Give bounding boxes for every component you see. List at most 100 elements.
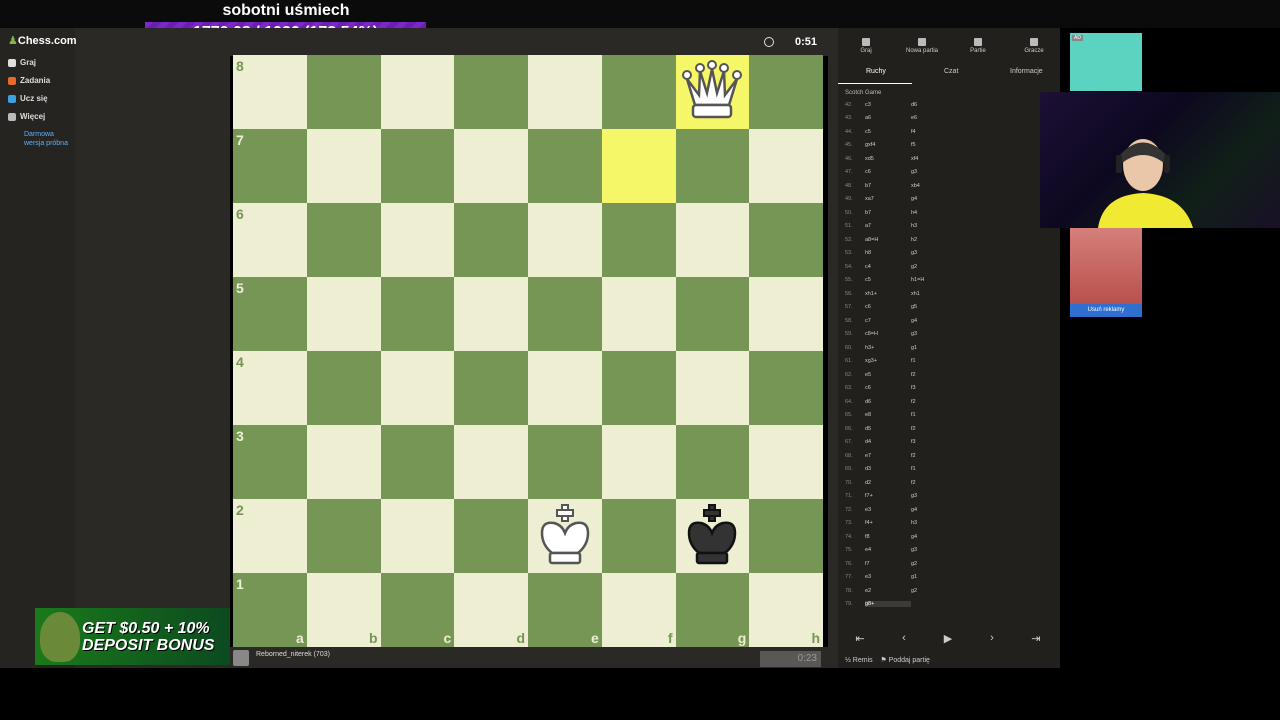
black-move[interactable]: g5 bbox=[911, 304, 971, 310]
black-move[interactable]: g3 bbox=[911, 547, 971, 553]
white-move[interactable]: xg3+ bbox=[865, 358, 911, 364]
square-g2[interactable] bbox=[675, 499, 750, 573]
white-move[interactable]: b7 bbox=[865, 210, 911, 216]
square-d1[interactable]: d bbox=[454, 573, 528, 647]
square-g6[interactable] bbox=[675, 203, 750, 277]
black-move[interactable]: g2 bbox=[911, 588, 971, 594]
black-move[interactable]: f1 bbox=[911, 412, 971, 418]
square-c7[interactable] bbox=[380, 129, 455, 203]
white-move[interactable]: xd5 bbox=[865, 156, 911, 162]
white-move[interactable]: c3 bbox=[865, 102, 911, 108]
remove-ads-button[interactable]: Usuń reklamy bbox=[1070, 304, 1142, 317]
square-f8[interactable] bbox=[601, 55, 676, 129]
black-move[interactable]: g3 bbox=[911, 250, 971, 256]
sidebar-item-1[interactable]: Zadania bbox=[8, 76, 50, 85]
white-move[interactable]: c5 bbox=[865, 277, 911, 283]
black-move[interactable]: h2 bbox=[911, 237, 971, 243]
white-move[interactable]: f4+ bbox=[865, 520, 911, 526]
white-move[interactable]: f7 bbox=[865, 561, 911, 567]
square-e8[interactable] bbox=[528, 55, 602, 129]
black-move[interactable]: g3 bbox=[911, 331, 971, 337]
square-h8[interactable] bbox=[749, 55, 823, 129]
white-move[interactable]: gxf4 bbox=[865, 142, 911, 148]
square-f6[interactable] bbox=[601, 203, 676, 277]
subtab-2[interactable]: Informacje bbox=[1010, 68, 1043, 75]
square-e1[interactable]: e bbox=[528, 573, 602, 647]
draw-button[interactable]: ½ Remis bbox=[845, 657, 873, 664]
square-f7[interactable] bbox=[601, 129, 676, 203]
square-a5[interactable]: 5 bbox=[233, 277, 307, 351]
black-move[interactable]: xf4 bbox=[911, 156, 971, 162]
black-move[interactable]: g3 bbox=[911, 493, 971, 499]
free-trial-link[interactable]: Darmowa wersja próbna bbox=[24, 130, 68, 148]
square-h6[interactable] bbox=[749, 203, 823, 277]
black-move[interactable]: xb4 bbox=[911, 183, 971, 189]
square-d6[interactable] bbox=[454, 203, 528, 277]
black-move[interactable]: f4 bbox=[911, 129, 971, 135]
black-move[interactable]: h4 bbox=[911, 210, 971, 216]
square-e7[interactable] bbox=[528, 129, 602, 203]
black-move[interactable]: f2 bbox=[911, 480, 971, 486]
square-h4[interactable] bbox=[749, 351, 823, 425]
black-move[interactable]: g1 bbox=[911, 574, 971, 580]
white-queen-icon[interactable] bbox=[676, 55, 750, 129]
square-f2[interactable] bbox=[601, 499, 676, 573]
white-move[interactable]: c6 bbox=[865, 304, 911, 310]
black-move[interactable]: g4 bbox=[911, 196, 971, 202]
white-king-icon[interactable] bbox=[528, 499, 602, 573]
square-h2[interactable] bbox=[749, 499, 823, 573]
square-d7[interactable] bbox=[454, 129, 528, 203]
resign-button[interactable]: ⚑ Poddaj partię bbox=[880, 657, 930, 664]
square-d3[interactable] bbox=[454, 425, 528, 499]
black-move[interactable]: g1 bbox=[911, 345, 971, 351]
chess-logo[interactable]: ♟Chess.com bbox=[8, 34, 77, 47]
white-move[interactable]: h8 bbox=[865, 250, 911, 256]
black-move[interactable]: f2 bbox=[911, 399, 971, 405]
square-b7[interactable] bbox=[306, 129, 381, 203]
white-move[interactable]: xh1+ bbox=[865, 291, 911, 297]
black-move[interactable]: g3 bbox=[911, 169, 971, 175]
white-move[interactable]: e4 bbox=[865, 547, 911, 553]
square-a2[interactable]: 2 bbox=[233, 499, 307, 573]
black-move[interactable]: f1 bbox=[911, 466, 971, 472]
white-move[interactable]: e2 bbox=[865, 588, 911, 594]
square-d8[interactable] bbox=[454, 55, 528, 129]
square-f3[interactable] bbox=[601, 425, 676, 499]
sidebar-item-0[interactable]: Graj bbox=[8, 58, 36, 67]
square-e4[interactable] bbox=[528, 351, 602, 425]
square-b4[interactable] bbox=[306, 351, 381, 425]
black-move[interactable]: e6 bbox=[911, 115, 971, 121]
square-e3[interactable] bbox=[528, 425, 602, 499]
square-h7[interactable] bbox=[749, 129, 823, 203]
white-move[interactable]: d6 bbox=[865, 399, 911, 405]
ad-banner[interactable] bbox=[1070, 33, 1142, 91]
tab-0[interactable]: Graj bbox=[838, 38, 894, 54]
sidebar-item-2[interactable]: Ucz się bbox=[8, 94, 48, 103]
subtab-0[interactable]: Ruchy bbox=[866, 68, 886, 75]
square-h5[interactable] bbox=[749, 277, 823, 351]
white-move[interactable]: c8=H bbox=[865, 331, 911, 337]
black-move[interactable]: g4 bbox=[911, 507, 971, 513]
white-move[interactable]: f7+ bbox=[865, 493, 911, 499]
square-g1[interactable]: g bbox=[675, 573, 750, 647]
white-move[interactable]: b7 bbox=[865, 183, 911, 189]
square-e2[interactable] bbox=[528, 499, 602, 573]
black-move[interactable]: h3 bbox=[911, 520, 971, 526]
square-a7[interactable]: 7 bbox=[233, 129, 307, 203]
white-move[interactable]: xa7 bbox=[865, 196, 911, 202]
square-g4[interactable] bbox=[675, 351, 750, 425]
black-move[interactable]: f3 bbox=[911, 439, 971, 445]
subtab-1[interactable]: Czat bbox=[944, 68, 958, 75]
black-king-icon[interactable] bbox=[676, 499, 750, 573]
square-d5[interactable] bbox=[454, 277, 528, 351]
white-move[interactable]: c4 bbox=[865, 264, 911, 270]
black-move[interactable]: f1 bbox=[911, 358, 971, 364]
square-a3[interactable]: 3 bbox=[233, 425, 307, 499]
last-icon[interactable]: ⇥ bbox=[1014, 625, 1058, 651]
square-b8[interactable] bbox=[306, 55, 381, 129]
square-f4[interactable] bbox=[601, 351, 676, 425]
next-icon[interactable]: › bbox=[970, 625, 1014, 651]
white-move[interactable]: d4 bbox=[865, 439, 911, 445]
square-c5[interactable] bbox=[380, 277, 455, 351]
white-move[interactable]: c5 bbox=[865, 129, 911, 135]
